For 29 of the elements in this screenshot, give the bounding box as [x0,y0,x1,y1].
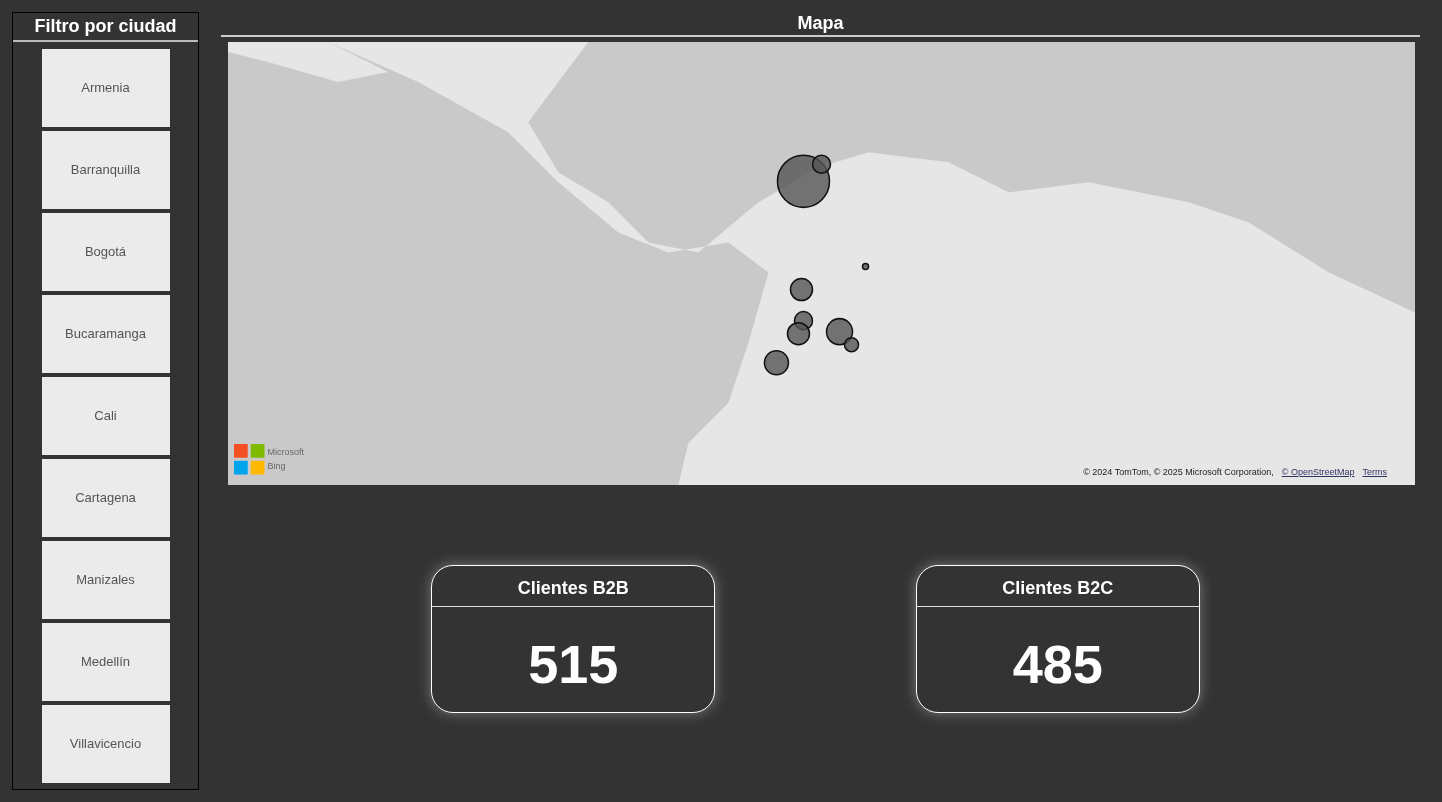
map-bubble[interactable] [789,277,814,302]
city-filter-button[interactable]: Villavicencio [41,705,170,783]
city-filter-button[interactable]: Bucaramanga [41,295,170,373]
city-filter-button[interactable]: Cali [41,377,170,455]
city-filter-button[interactable]: Bogotá [41,213,170,291]
map-bubble[interactable] [776,154,831,209]
city-filter-button[interactable]: Manizales [41,541,170,619]
city-filter-button[interactable]: Medellín [41,623,170,701]
map-bubble[interactable] [811,154,832,175]
map-bubble[interactable] [786,321,811,346]
windows-logo-icon [234,444,265,475]
kpi-value: 485 [1011,633,1104,691]
slicer-title: Filtro por ciudad [34,15,177,38]
attribution-link[interactable]: © OpenStreetMap [1281,465,1355,479]
map-bubble[interactable] [763,349,790,376]
map-bubble[interactable] [843,336,860,353]
map-attribution: © 2024 TomTom, © 2025 Microsoft Corporation, [1083,465,1274,479]
map-bubble[interactable] [825,317,854,346]
map-title: Mapa [796,12,845,34]
map-logo-text: Microsoft Bing [267,446,305,473]
attribution-link[interactable]: Terms [1362,465,1387,479]
city-filter-button[interactable]: Barranquilla [41,131,170,209]
city-filter-button[interactable]: Armenia [41,49,170,127]
map-bubble[interactable] [861,262,870,271]
kpi-value: 515 [527,633,620,691]
kpi-title: Clientes B2C [1001,577,1115,600]
map-view[interactable]: Microsoft Bing © 2024 TomTom, © 2025 Microsoft Corporation, © OpenStreetMap Terms [228,42,1415,485]
kpi-title: Clientes B2B [516,577,630,600]
city-filter-button[interactable]: Cartagena [41,459,170,537]
